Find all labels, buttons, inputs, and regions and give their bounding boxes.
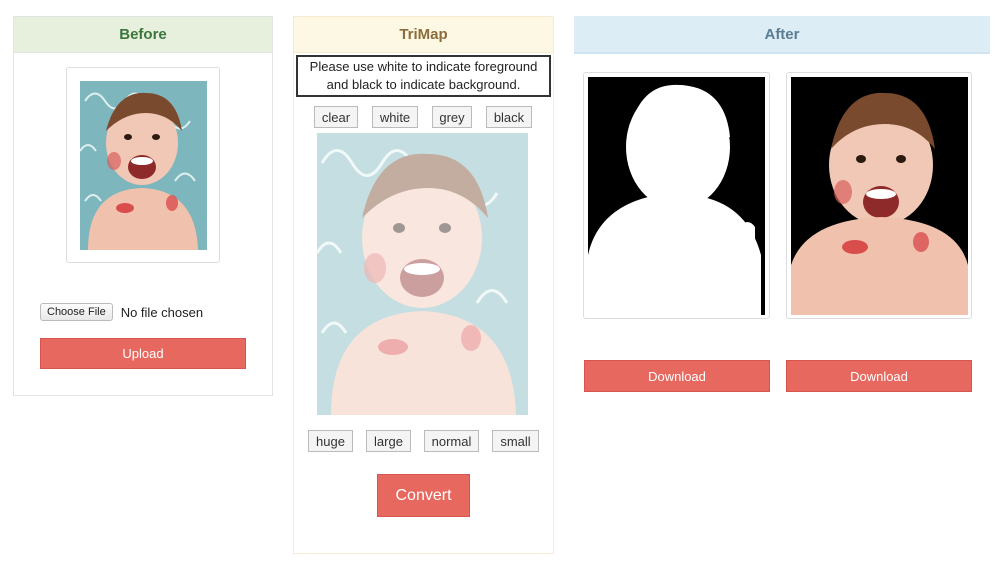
choose-file-button[interactable]: Choose File	[40, 303, 113, 321]
trimap-hint: Please use white to indicate foreground …	[296, 55, 551, 97]
convert-button[interactable]: Convert	[377, 474, 470, 517]
trimap-panel: TriMap Please use white to indicate fore…	[293, 16, 554, 554]
brush-color-white[interactable]: white	[372, 106, 418, 128]
alpha-mask-thumbnail	[583, 72, 770, 319]
result-thumbnail	[786, 72, 972, 319]
brush-size-normal[interactable]: normal	[424, 430, 479, 452]
brush-color-black[interactable]: black	[486, 106, 532, 128]
before-panel: Before Choose File No file chosen Upload	[13, 16, 273, 396]
before-photo	[80, 81, 207, 250]
before-title: Before	[14, 17, 272, 53]
brush-size-large[interactable]: large	[366, 430, 411, 452]
brush-color-grey[interactable]: grey	[432, 106, 472, 128]
trimap-canvas[interactable]	[317, 133, 528, 415]
trimap-title: TriMap	[294, 17, 553, 53]
after-title: After	[574, 16, 990, 54]
upload-button[interactable]: Upload	[40, 338, 246, 369]
brush-size-huge[interactable]: huge	[308, 430, 353, 452]
file-picker: Choose File No file chosen	[40, 303, 203, 321]
before-thumbnail	[66, 67, 220, 263]
after-panel: After	[574, 16, 990, 54]
alpha-mask-image	[588, 77, 765, 315]
brush-size-small[interactable]: small	[492, 430, 539, 452]
brush-color-clear[interactable]: clear	[314, 106, 358, 128]
download-result-button[interactable]: Download	[786, 360, 972, 392]
file-status-text: No file chosen	[120, 304, 204, 320]
result-image	[791, 77, 968, 315]
download-mask-button[interactable]: Download	[584, 360, 770, 392]
